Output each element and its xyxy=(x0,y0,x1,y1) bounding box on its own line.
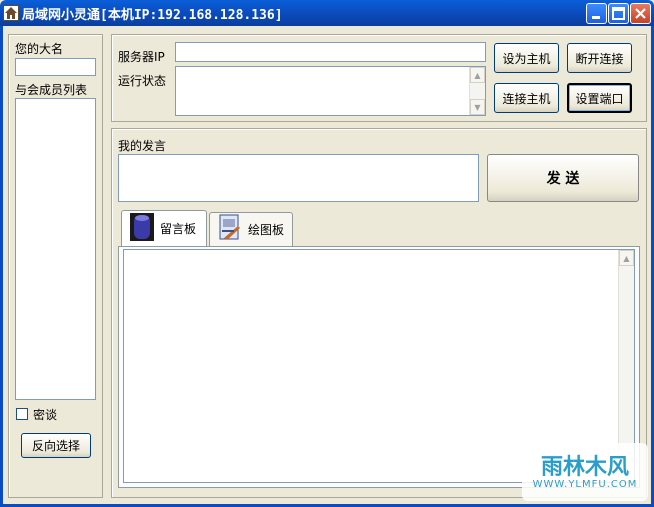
send-button[interactable]: 发 送 xyxy=(487,154,639,202)
private-chat-checkbox[interactable] xyxy=(16,408,28,420)
scroll-down-icon[interactable]: ▼ xyxy=(470,99,485,115)
set-host-button[interactable]: 设为主机 xyxy=(494,43,559,73)
message-textarea[interactable] xyxy=(118,154,479,202)
members-label: 与会成员列表 xyxy=(15,83,88,97)
maximize-button[interactable] xyxy=(608,3,629,24)
invert-selection-button[interactable]: 反向选择 xyxy=(21,433,91,458)
watermark-url-text: WWW.YLMFU.COM xyxy=(532,479,638,490)
disconnect-button[interactable]: 断开连接 xyxy=(567,43,632,73)
app-house-icon[interactable] xyxy=(3,5,19,21)
server-ip-input[interactable] xyxy=(175,42,486,62)
close-icon xyxy=(635,8,646,19)
maximize-icon xyxy=(612,7,625,20)
scroll-up-icon[interactable]: ▲ xyxy=(619,250,634,266)
name-label: 您的大名 xyxy=(15,42,64,56)
minimize-button[interactable] xyxy=(586,3,607,24)
window-title: 局域网小灵通[本机IP:192.168.128.136] xyxy=(22,8,283,23)
private-chat-label: 密谈 xyxy=(33,408,58,422)
name-input[interactable] xyxy=(15,58,96,76)
database-icon xyxy=(130,213,154,244)
set-port-button[interactable]: 设置端口 xyxy=(567,83,632,113)
scroll-up-icon[interactable]: ▲ xyxy=(470,67,485,83)
connect-host-button[interactable]: 连接主机 xyxy=(494,83,559,113)
server-ip-label: 服务器IP xyxy=(118,50,165,64)
drawing-board-icon xyxy=(218,214,242,245)
close-button[interactable] xyxy=(630,3,651,24)
watermark-main-text: 雨林木风 xyxy=(540,455,629,480)
status-label: 运行状态 xyxy=(118,74,167,88)
tab-drawing-board[interactable]: 绘图板 xyxy=(209,212,293,246)
window-frame-left xyxy=(0,26,3,507)
minimize-icon xyxy=(592,16,600,19)
status-textarea[interactable]: ▲ ▼ xyxy=(175,66,486,116)
members-list[interactable] xyxy=(15,98,96,400)
tab-message-board-label: 留言板 xyxy=(160,222,197,236)
status-scrollbar[interactable]: ▲ ▼ xyxy=(469,67,485,115)
watermark-logo: 雨林木风 WWW.YLMFU.COM xyxy=(522,443,648,501)
tab-drawing-board-label: 绘图板 xyxy=(248,223,285,237)
message-label: 我的发言 xyxy=(118,139,167,153)
tab-message-board[interactable]: 留言板 xyxy=(121,210,207,246)
